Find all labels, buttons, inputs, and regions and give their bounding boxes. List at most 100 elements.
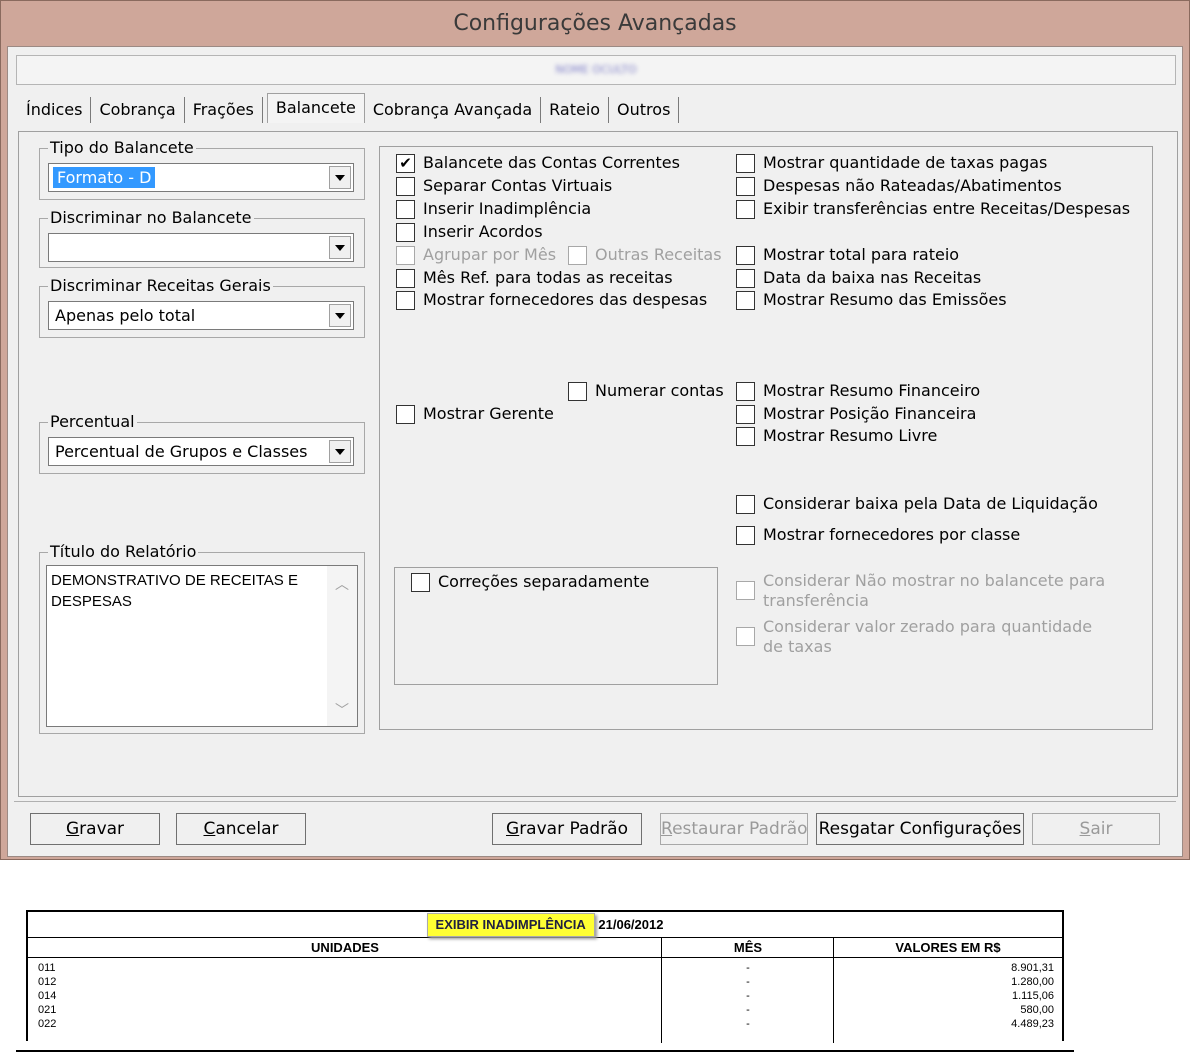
table-row: 011 - 8.901,31 [28, 962, 1062, 975]
checkbox[interactable] [396, 405, 415, 424]
checkbox[interactable] [396, 223, 415, 242]
checkbox-disabled[interactable] [736, 581, 755, 600]
cb-mostrar-posicao-financeira[interactable]: Mostrar Posição Financeira [736, 404, 976, 424]
checkbox[interactable] [736, 246, 755, 265]
discriminar-receitas-value: Apenas pelo total [55, 306, 196, 325]
cb-mostrar-qtd-taxas-pagas[interactable]: Mostrar quantidade de taxas pagas [736, 153, 1047, 173]
cb-mostrar-resumo-emissoes[interactable]: Mostrar Resumo das Emissões [736, 290, 1007, 310]
checkbox[interactable] [736, 427, 755, 446]
chevron-down-icon[interactable]: ﹀ [327, 700, 357, 720]
checkbox[interactable] [736, 495, 755, 514]
tipo-balancete-select[interactable]: Formato - D [48, 163, 354, 192]
row-unidade: 021 [38, 1004, 57, 1016]
cb-considerar-nao-mostrar-label: Considerar Não mostrar no balancete para… [763, 571, 1106, 610]
cb-considerar-nao-mostrar[interactable]: Considerar Não mostrar no balancete para… [736, 571, 1106, 611]
checkbox-disabled[interactable] [396, 246, 415, 265]
checkbox[interactable] [736, 200, 755, 219]
row-mes: - [746, 1018, 750, 1030]
chevron-up-icon[interactable]: ︿ [327, 574, 357, 594]
percentual-group: Percentual Percentual de Grupos e Classe… [39, 412, 365, 474]
percentual-select[interactable]: Percentual de Grupos e Classes [48, 437, 354, 466]
tab-rateio[interactable]: Rateio [541, 97, 610, 123]
resgatar-configuracoes-button[interactable]: Resgatar Configurações [816, 813, 1024, 845]
sair-button[interactable]: Sair [1032, 813, 1160, 845]
checkbox[interactable] [396, 200, 415, 219]
cb-considerar-valor-zerado[interactable]: Considerar valor zerado para quantidade … [736, 617, 1106, 657]
correcoes-box: Correções separadamente [394, 567, 718, 685]
cb-numerar-contas[interactable]: Numerar contas [568, 381, 724, 401]
discriminar-balancete-select[interactable] [48, 233, 354, 262]
checkbox[interactable] [736, 526, 755, 545]
gravar-button[interactable]: Gravar [30, 813, 160, 845]
cb-agrupar-por-mes[interactable]: Agrupar por Mês [396, 245, 556, 265]
tab-outros[interactable]: Outros [609, 97, 680, 123]
checkbox[interactable] [396, 177, 415, 196]
checkbox[interactable] [396, 269, 415, 288]
cb-mostrar-fornecedores-classe[interactable]: Mostrar fornecedores por classe [736, 525, 1020, 545]
cb-considerar-baixa-liquidacao[interactable]: Considerar baixa pela Data de Liquidação [736, 494, 1098, 514]
discriminar-receitas-dropdown-button[interactable] [329, 304, 351, 327]
tab-balancete[interactable]: Balancete [266, 93, 365, 123]
tab-cobranca-avancada[interactable]: Cobrança Avançada [365, 97, 542, 123]
options-box: ✔ Balancete das Contas Correntes Separar… [379, 146, 1153, 730]
cb-mostrar-fornecedores-despesas[interactable]: Mostrar fornecedores das despesas [396, 290, 707, 310]
checkbox[interactable] [736, 291, 755, 310]
checkbox-checked[interactable]: ✔ [396, 154, 415, 173]
cb-despesas-nao-rateadas[interactable]: Despesas não Rateadas/Abatimentos [736, 176, 1062, 196]
checkbox-disabled[interactable] [736, 627, 755, 646]
row-mes: - [746, 976, 750, 988]
cb-inserir-inadimplencia-label: Inserir Inadimplência [423, 199, 592, 218]
checkbox[interactable] [736, 177, 755, 196]
cb-mes-ref-receitas-label: Mês Ref. para todas as receitas [423, 268, 673, 287]
table-row: 014 - 1.115,06 [28, 990, 1062, 1003]
tipo-balancete-dropdown-button[interactable] [329, 166, 351, 189]
sair-accel: S [1079, 819, 1091, 839]
row-unidade: 022 [38, 1018, 57, 1030]
cancelar-button[interactable]: Cancelar [176, 813, 306, 845]
gravar-label: ravar [79, 819, 125, 839]
titulo-relatorio-scrollbar[interactable]: ︿ ﹀ [327, 566, 357, 726]
tab-cobranca[interactable]: Cobrança [91, 97, 185, 123]
cb-exibir-transferencias[interactable]: Exibir transferências entre Receitas/Des… [736, 199, 1130, 219]
percentual-dropdown-button[interactable] [329, 440, 351, 463]
cb-inserir-inadimplencia[interactable]: Inserir Inadimplência [396, 199, 591, 219]
cb-inserir-acordos-label: Inserir Acordos [423, 222, 543, 241]
restaurar-padrao-accel: R [661, 819, 673, 839]
cb-mes-ref-receitas[interactable]: Mês Ref. para todas as receitas [396, 268, 673, 288]
window-client-area: NOME OCULTO Índices Cobrança Frações Bal… [7, 46, 1183, 857]
cb-data-baixa-receitas[interactable]: Data da baixa nas Receitas [736, 268, 981, 288]
cb-mostrar-gerente[interactable]: Mostrar Gerente [396, 404, 554, 424]
row-valor: 4.489,23 [1011, 1018, 1054, 1030]
gravar-padrao-label: ravar Padrão [519, 819, 628, 839]
titulo-relatorio-group: Título do Relatório DEMONSTRATIVO DE REC… [39, 542, 365, 734]
discriminar-receitas-select[interactable]: Apenas pelo total [48, 301, 354, 330]
cb-mostrar-total-rateio[interactable]: Mostrar total para rateio [736, 245, 959, 265]
restaurar-padrao-button[interactable]: Restaurar Padrão [660, 813, 808, 845]
client-name-blurred: NOME OCULTO [555, 63, 637, 76]
cb-outras-receitas[interactable]: Outras Receitas [568, 245, 722, 265]
checkbox[interactable] [736, 405, 755, 424]
checkbox[interactable] [736, 154, 755, 173]
checkbox[interactable] [736, 269, 755, 288]
discriminar-balancete-dropdown-button[interactable] [329, 236, 351, 259]
cb-mostrar-resumo-livre[interactable]: Mostrar Resumo Livre [736, 426, 937, 446]
cb-correcoes-separadamente[interactable]: Correções separadamente [411, 572, 649, 592]
cb-separar-contas-virtuais[interactable]: Separar Contas Virtuais [396, 176, 612, 196]
tab-fracoes[interactable]: Frações [185, 97, 263, 123]
checkbox[interactable] [568, 382, 587, 401]
checkbox[interactable] [736, 382, 755, 401]
window-title: Configurações Avançadas [453, 11, 737, 36]
tab-indices[interactable]: Índices [18, 97, 92, 123]
cb-balancete-contas-correntes[interactable]: ✔ Balancete das Contas Correntes [396, 153, 680, 173]
tipo-balancete-value: Formato - D [53, 167, 156, 188]
cb-inserir-acordos[interactable]: Inserir Acordos [396, 222, 543, 242]
row-mes: - [746, 962, 750, 974]
checkbox[interactable] [396, 291, 415, 310]
gravar-padrao-button[interactable]: Gravar Padrão [492, 813, 642, 845]
cb-mostrar-resumo-financeiro[interactable]: Mostrar Resumo Financeiro [736, 381, 980, 401]
chevron-down-icon [335, 312, 345, 319]
cb-mostrar-qtd-taxas-pagas-label: Mostrar quantidade de taxas pagas [763, 153, 1048, 172]
titulo-relatorio-textarea[interactable]: DEMONSTRATIVO DE RECEITAS E DESPESAS ︿ ﹀ [46, 565, 358, 727]
checkbox[interactable] [411, 573, 430, 592]
checkbox-disabled[interactable] [568, 246, 587, 265]
